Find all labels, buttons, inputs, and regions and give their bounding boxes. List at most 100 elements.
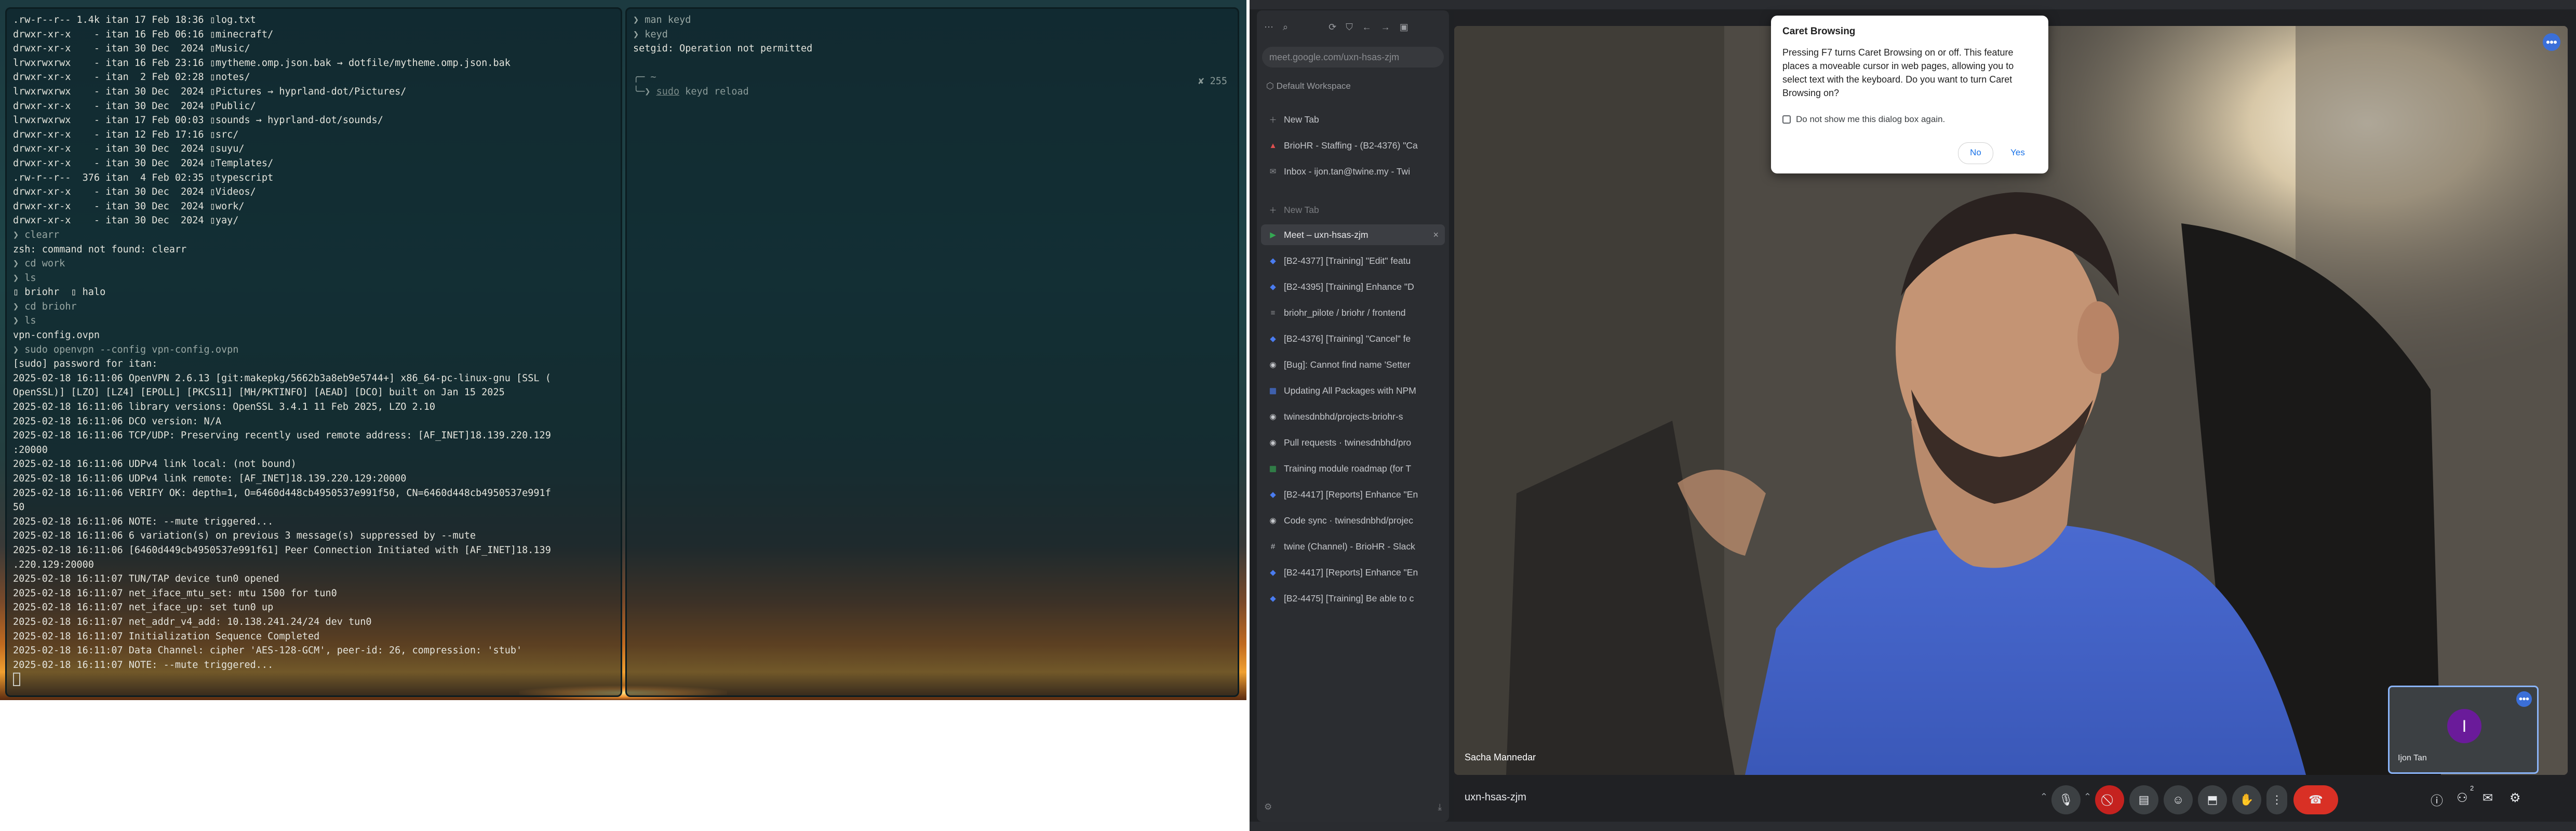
terminal-line: OpenSSL)] [LZO] [LZ4] [EPOLL] [PKCS11] [… [13,387,505,398]
raise-hand-button[interactable]: ✋ [2232,785,2261,814]
tab-item[interactable]: ◆ [B2-4475] [Training] Be able to c [1261,588,1445,609]
tab-label: [Bug]: Cannot find name 'Setter [1284,359,1411,370]
search-icon[interactable]: ⌕ [1283,22,1288,33]
tab-item[interactable]: # twine (Channel) - BrioHR - Slack [1261,536,1445,557]
tab-item[interactable]: ◆ [B2-4395] [Training] Enhance "D [1261,276,1445,297]
terminal-line: :20000 [13,444,48,455]
tab-item[interactable]: ≡ briohr_pilote / briohr / frontend [1261,302,1445,323]
reload-icon[interactable]: ⟳ [1329,22,1336,33]
tab-item[interactable]: ▦ Training module roadmap (for T [1261,458,1445,479]
meet-toolbar: uxn-hsas-zjm ⌃ 🎙 ⌃ ⃠ ▤ ☺ ⬒ ✋ ⋮ ☎ ⓘ ⚇ 2 ✉… [1454,779,2572,822]
no-button[interactable]: No [1958,142,1993,164]
activities-icon[interactable]: ⚙ [2510,790,2521,806]
people-icon[interactable]: ⚇ [2457,790,2468,806]
tab-label: Pull requests · twinesdnbhd/pro [1284,437,1412,448]
audio-indicator-icon: ⦁⦁⦁ [2543,33,2560,51]
tab-item[interactable]: ◆ [B2-4377] [Training] "Edit" featu [1261,250,1445,271]
tab-label: twine (Channel) - BrioHR - Slack [1284,541,1415,552]
terminal-line: 2025-02-18 16:11:06 UDPv4 link local: (n… [13,459,297,470]
participants-count: 2 [2470,784,2474,792]
terminal-line: 2025-02-18 16:11:07 Initialization Seque… [13,631,320,642]
tab-label: Inbox - ijon.tan@twine.my - Twi [1284,166,1411,177]
terminal-line: drwxr-xr-x - itan 30 Dec 2024 ▯Music/ [13,43,250,55]
tab-label: [B2-4417] [Reports] Enhance "En [1284,489,1418,500]
dont-show-checkbox[interactable]: Do not show me this dialog box again. [1782,114,1945,125]
terminal-line: setgid: Operation not permitted [633,43,813,55]
present-button[interactable]: ⬒ [2198,785,2227,814]
tab-item[interactable]: ◆ [B2-4376] [Training] "Cancel" fe [1261,328,1445,349]
terminal-right[interactable]: ❯ man keyd ❯ keyd setgid: Operation not … [625,7,1239,697]
tab-item[interactable]: ◉ Code sync · twinesdnbhd/projec [1261,510,1445,531]
new-tab-button[interactable]: ＋ New Tab [1261,109,1445,130]
tab-label: Code sync · twinesdnbhd/projec [1284,515,1414,526]
sudo-command: sudo [656,86,680,97]
self-audio-icon: ⦁⦁⦁ [2516,691,2532,707]
download-icon[interactable]: ⤓ [1438,802,1442,812]
terminal-line: ❯ keyd [633,29,668,40]
window-bottom-border [1250,822,2576,831]
tab-item[interactable]: ◆ [B2-4417] [Reports] Enhance "En [1261,484,1445,505]
shield-icon[interactable]: ⛉ [1346,22,1353,33]
terminal-line: 2025-02-18 16:11:06 6 variation(s) on pr… [13,530,476,542]
workspace-label[interactable]: ⬡ Default Workspace [1266,81,1351,91]
tab-item[interactable]: ◆ [B2-4417] [Reports] Enhance "En [1261,562,1445,583]
sidebar-toggle-icon[interactable]: ▣ [1400,22,1408,33]
yes-button[interactable]: Yes [2000,142,2036,163]
camera-options-icon[interactable]: ⌃ [2084,792,2091,802]
pinned-tab[interactable]: ✉ Inbox - ijon.tan@twine.my - Twi [1261,161,1445,182]
back-icon[interactable]: ← [1362,22,1372,33]
microphone-icon: 🎙 [2059,793,2073,806]
tab-item[interactable]: ▦ Updating All Packages with NPM [1261,380,1445,401]
terminal-line: 2025-02-18 16:11:06 VERIFY OK: depth=1, … [13,487,551,499]
url-bar[interactable]: meet.google.com/uxn-hsas-zjm [1262,47,1444,68]
avatar: I [2447,709,2481,743]
terminal-line: 50 [13,502,25,513]
terminal-line: .220.129:20000 [13,559,94,570]
self-view-tile[interactable]: ⦁⦁⦁ I Ijon Tan [2388,686,2539,774]
chat-icon[interactable]: ✉ [2483,790,2493,806]
new-tab-label: New Tab [1284,114,1319,125]
jira-icon: ◆ [1270,594,1276,603]
mail-icon: ✉ [1269,167,1277,176]
info-icon[interactable]: ⓘ [2431,790,2443,809]
terminal-line: drwxr-xr-x - itan 30 Dec 2024 ▯Public/ [13,100,256,112]
terminal-cursor-line[interactable] [13,672,616,687]
slack-icon: # [1270,542,1276,551]
github-icon: ◉ [1269,438,1277,447]
close-icon[interactable]: × [1433,230,1439,240]
emoji-button[interactable]: ☺ [2164,785,2193,814]
more-options-button[interactable]: ⋮ [2266,785,2287,814]
captions-button[interactable]: ▤ [2129,785,2158,814]
terminal-line: ❯ cd briohr [13,301,77,312]
prompt-input-line[interactable]: ╰─❯ sudo keyd reload [633,85,1233,99]
meeting-code: uxn-hsas-zjm [1465,792,1526,803]
microphone-button[interactable]: 🎙 [2051,785,2081,814]
tab-item[interactable]: ◉ [Bug]: Cannot find name 'Setter [1261,354,1445,375]
tab-active[interactable]: ▶ Meet – uxn-hsas-zjm × [1261,224,1445,245]
tab-label: [B2-4475] [Training] Be able to c [1284,593,1414,604]
workspace-name: Default Workspace [1276,81,1351,91]
dots-icon[interactable]: ⋯ [1264,22,1273,33]
terminal-line: ❯ man keyd [633,15,691,25]
terminal-line: ❯ ls [13,272,36,284]
new-tab-button-2[interactable]: ＋ New Tab [1261,199,1445,220]
pinned-tab[interactable]: ▲ BrioHR - Staffing - (B2-4376) "Ca [1261,135,1445,156]
settings-icon[interactable]: ⚙ [1264,802,1272,812]
checkbox[interactable] [1782,115,1791,124]
terminal-line: ❯ ls [13,315,36,327]
forward-icon[interactable]: → [1381,22,1390,33]
caret-browsing-dialog: Caret Browsing Pressing F7 turns Caret B… [1771,16,2048,173]
tab-label: Meet – uxn-hsas-zjm [1284,229,1369,240]
camera-off-button[interactable]: ⃠ [2095,785,2124,814]
tab-item[interactable]: ◉ twinesdnbhd/projects-briohr-s [1261,406,1445,427]
end-call-button[interactable]: ☎ [2293,785,2338,814]
meet-icon: ▶ [1270,231,1276,239]
tab-label: BrioHR - Staffing - (B2-4376) "Ca [1284,140,1418,151]
terminal-left[interactable]: .rw-r--r-- 1.4k itan 17 Feb 18:36 ▯log.t… [5,7,622,697]
mic-options-icon[interactable]: ⌃ [2040,792,2048,802]
terminal-line: zsh: command not found: clearr [13,244,187,255]
terminal-line: drwxr-xr-x - itan 30 Dec 2024 ▯yay/ [13,215,239,226]
terminal-line: drwxr-xr-x - itan 30 Dec 2024 ▯Templates… [13,157,274,169]
jira-icon: ◆ [1270,283,1276,291]
tab-item[interactable]: ◉ Pull requests · twinesdnbhd/pro [1261,432,1445,453]
